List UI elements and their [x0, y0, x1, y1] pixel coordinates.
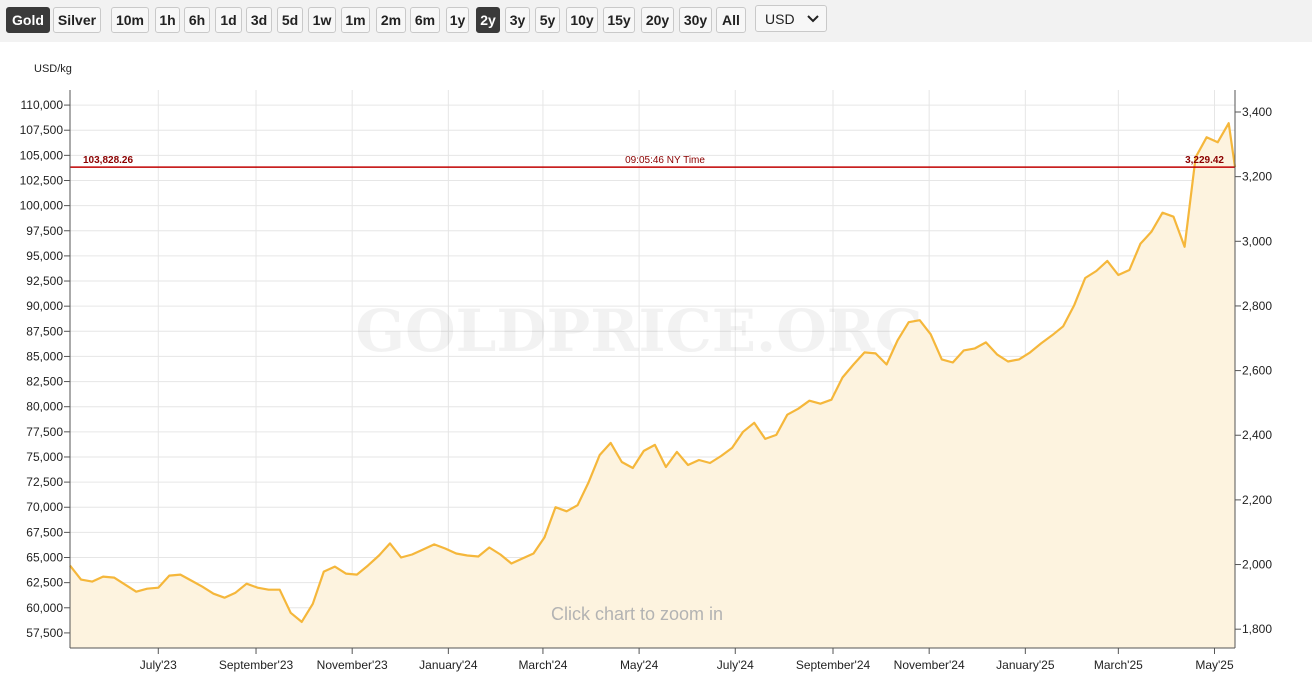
- toolbar: Gold Silver 10m 1h 6h 1d 3d 5d 1w 1m 2m 6m 1y 2y 3y 5y…: [0, 0, 1312, 42]
- range-button-1y[interactable]: 1y: [446, 7, 469, 33]
- y-tick-label: 105,000: [20, 148, 64, 162]
- y-tick-label: 102,500: [20, 173, 64, 187]
- y-tick-label: 92,500: [26, 274, 63, 288]
- range-button-30y[interactable]: 30y: [679, 7, 712, 33]
- right-tick-label: 3,400: [1242, 105, 1272, 119]
- x-tick-label: March'24: [518, 658, 567, 672]
- watermark: GOLDPRICE.ORG: [356, 297, 925, 365]
- range-button-15y[interactable]: 15y: [603, 7, 635, 33]
- range-button-6h[interactable]: 6h: [184, 7, 210, 33]
- range-button-5y[interactable]: 5y: [535, 7, 560, 33]
- price-chart[interactable]: USD/kg GOLDPRICE.ORG 103,828.26 09:05:46…: [0, 42, 1312, 689]
- range-button-3y[interactable]: 3y: [505, 7, 530, 33]
- price-area-fill: [70, 123, 1235, 648]
- y-tick-label: 110,000: [21, 98, 64, 112]
- zoom-hint: Click chart to zoom in: [551, 604, 723, 624]
- metal-button-silver[interactable]: Silver: [53, 7, 101, 33]
- y-axis-label: USD/kg: [34, 63, 72, 75]
- right-tick-label: 2,400: [1242, 428, 1272, 442]
- y-tick-label: 65,000: [26, 551, 63, 565]
- y-tick-label: 67,500: [26, 525, 63, 539]
- range-button-1m[interactable]: 1m: [341, 7, 370, 33]
- range-button-1w[interactable]: 1w: [308, 7, 336, 33]
- current-time-label: 09:05:46 NY Time: [625, 155, 705, 166]
- y-tick-label: 72,500: [26, 475, 63, 489]
- currency-select[interactable]: USD: [755, 5, 827, 32]
- right-tick-label: 3,000: [1242, 234, 1272, 248]
- y-tick-label: 82,500: [26, 375, 63, 389]
- current-price-usd-kg-label: 103,828.26: [83, 155, 133, 166]
- y-tick-label: 70,000: [26, 500, 63, 514]
- x-tick-label: November'24: [894, 658, 965, 672]
- y-tick-label: 95,000: [26, 249, 63, 263]
- right-tick-label: 2,000: [1242, 558, 1272, 572]
- y-tick-label: 80,000: [26, 400, 63, 414]
- range-button-3d[interactable]: 3d: [246, 7, 272, 33]
- x-tick-label: September'23: [219, 658, 294, 672]
- x-tick-label: July'23: [140, 658, 177, 672]
- y-tick-label: 90,000: [26, 299, 63, 313]
- range-button-1h[interactable]: 1h: [155, 7, 180, 33]
- range-button-10y[interactable]: 10y: [566, 7, 598, 33]
- chevron-down-icon: [807, 15, 819, 23]
- range-button-20y[interactable]: 20y: [641, 7, 674, 33]
- range-button-5d[interactable]: 5d: [277, 7, 303, 33]
- right-tick-label: 2,600: [1242, 364, 1272, 378]
- range-button-1d[interactable]: 1d: [215, 7, 242, 33]
- y-tick-label: 75,000: [26, 450, 63, 464]
- x-tick-label: November'23: [317, 658, 388, 672]
- x-tick-label: March'25: [1094, 658, 1143, 672]
- y-tick-label: 77,500: [26, 425, 63, 439]
- right-tick-label: 2,200: [1242, 493, 1272, 507]
- x-tick-label: May'25: [1195, 658, 1234, 672]
- x-tick-label: January'24: [419, 658, 478, 672]
- right-tick-label: 2,800: [1242, 299, 1272, 313]
- y-tick-label: 100,000: [20, 199, 64, 213]
- right-tick-label: 1,800: [1242, 622, 1272, 636]
- range-button-2y[interactable]: 2y: [476, 7, 500, 33]
- y-tick-label: 60,000: [26, 601, 63, 615]
- y-tick-label: 62,500: [26, 576, 63, 590]
- right-tick-label: 3,200: [1242, 170, 1272, 184]
- y-tick-label: 57,500: [26, 626, 63, 640]
- y-tick-label: 107,500: [20, 123, 64, 137]
- x-tick-label: September'24: [796, 658, 871, 672]
- y-tick-label: 87,500: [26, 324, 63, 338]
- current-price-usd-oz-label: 3,229.42: [1185, 155, 1224, 166]
- x-tick-label: January'25: [996, 658, 1055, 672]
- x-tick-label: May'24: [620, 658, 659, 672]
- range-button-2m[interactable]: 2m: [376, 7, 406, 33]
- metal-button-gold[interactable]: Gold: [6, 7, 50, 33]
- range-button-all[interactable]: All: [716, 7, 746, 33]
- y-tick-label: 85,000: [26, 349, 63, 363]
- currency-value: USD: [765, 11, 795, 27]
- y-tick-label: 97,500: [26, 224, 63, 238]
- range-button-10m[interactable]: 10m: [111, 7, 149, 33]
- x-tick-label: July'24: [717, 658, 754, 672]
- range-button-6m[interactable]: 6m: [410, 7, 440, 33]
